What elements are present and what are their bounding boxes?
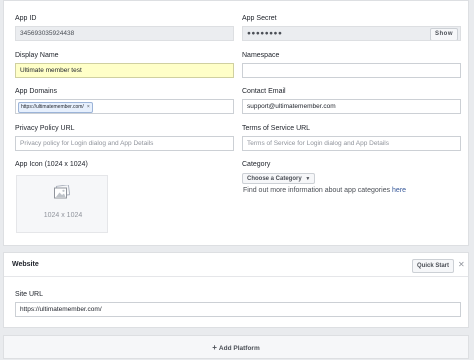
show-secret-button[interactable]: Show [430, 28, 458, 40]
add-platform-text: Add Platform [218, 345, 260, 352]
app-domain-tag[interactable]: https://ultimatemember.com/× [18, 102, 93, 113]
category-label: Category [242, 161, 271, 168]
contact-email-input[interactable]: support@ultimatemember.com [242, 99, 461, 114]
quick-start-button[interactable]: Quick Start [412, 259, 455, 273]
website-title: Website [12, 261, 39, 268]
tos-url-placeholder: Terms of Service for Login dialog and Ap… [247, 140, 389, 147]
app-id-field[interactable]: 345693035924438 [15, 26, 234, 41]
display-name-label: Display Name [15, 52, 59, 59]
app-icon-size-text: 1024 x 1024 [43, 212, 83, 219]
namespace-input[interactable] [242, 63, 461, 78]
website-platform-panel: Website Quick Start ✕ Site URL https://u… [3, 252, 469, 328]
privacy-url-label: Privacy Policy URL [15, 125, 75, 132]
tos-url-label: Terms of Service URL [242, 125, 311, 132]
site-url-input[interactable]: https://ultimatemember.com/ [15, 302, 461, 317]
add-platform-label: + Add Platform [212, 343, 259, 352]
app-id-label: App ID [15, 15, 37, 22]
app-secret-label: App Secret [242, 15, 277, 22]
contact-email-label: Contact Email [242, 88, 286, 95]
app-icon-label: App Icon (1024 x 1024) [15, 161, 88, 168]
category-dropdown[interactable]: Choose a Category ▼ [242, 173, 316, 184]
website-header: Website Quick Start ✕ [4, 253, 468, 277]
privacy-url-input[interactable]: Privacy policy for Login dialog and App … [15, 136, 234, 151]
category-help-link[interactable]: here [392, 187, 406, 194]
app-secret-field[interactable]: ●●●●●●●● Show [242, 26, 461, 41]
app-domains-input[interactable]: https://ultimatemember.com/× [15, 99, 234, 114]
display-name-input[interactable]: Ultimate member test [15, 63, 234, 78]
app-icon-upload[interactable]: 1024 x 1024 [16, 175, 108, 233]
basic-settings-panel: App ID 345693035924438 App Secret ●●●●●●… [3, 0, 469, 246]
category-help-body: Find out more information about app cate… [243, 187, 393, 194]
app-secret-value: ●●●●●●●● [247, 30, 283, 37]
add-platform-button[interactable]: + Add Platform [3, 335, 469, 359]
category-help-text: Find out more information about app cate… [243, 187, 406, 194]
app-domain-tag-text: https://ultimatemember.com/ [21, 104, 84, 110]
image-icon [54, 185, 70, 199]
app-domains-label: App Domains [15, 88, 58, 95]
namespace-label: Namespace [242, 52, 280, 59]
tos-url-input[interactable]: Terms of Service for Login dialog and Ap… [242, 136, 461, 151]
close-icon[interactable]: ✕ [458, 260, 465, 269]
caret-down-icon: ▼ [305, 176, 311, 182]
remove-tag-icon[interactable]: × [87, 104, 90, 110]
plus-icon: + [212, 343, 217, 352]
site-url-label: Site URL [15, 291, 44, 298]
category-dropdown-label: Choose a Category [247, 176, 302, 182]
privacy-url-placeholder: Privacy policy for Login dialog and App … [20, 140, 154, 147]
